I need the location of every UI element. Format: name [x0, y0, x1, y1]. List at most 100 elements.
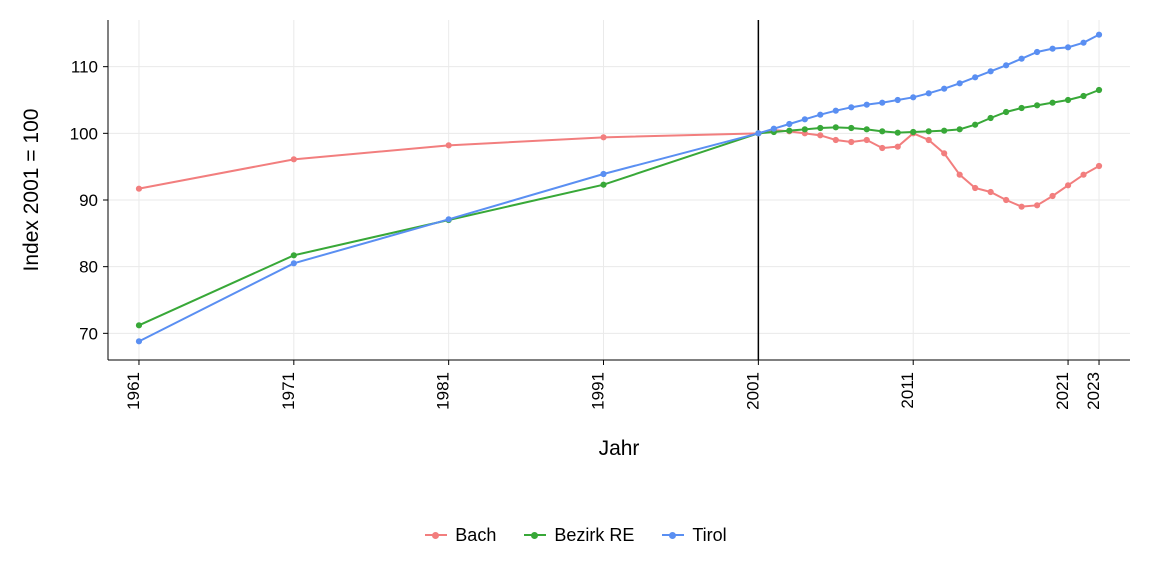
series-point — [1019, 204, 1024, 209]
series-point — [849, 125, 854, 130]
tick-label-x-group: 2001 — [743, 372, 762, 410]
series-point — [1081, 172, 1086, 177]
tick-label-x-group: 1971 — [279, 372, 298, 410]
legend: Bach Bezirk RE Tirol — [0, 520, 1152, 546]
tick-label-x-group: 2023 — [1084, 372, 1103, 410]
series-point — [833, 125, 838, 130]
series-point — [291, 261, 296, 266]
series-point — [1050, 193, 1055, 198]
series-point — [957, 127, 962, 132]
series-point — [818, 112, 823, 117]
series-point — [926, 129, 931, 134]
legend-label: Tirol — [692, 525, 726, 546]
tick-label-x: 2011 — [898, 372, 917, 409]
series-point — [1004, 63, 1009, 68]
series-point — [973, 122, 978, 127]
series-point — [802, 117, 807, 122]
tick-label-x: 1971 — [279, 372, 298, 410]
tick-label-x-group: 1961 — [124, 372, 143, 410]
chart-container: 7080901001101961197119811991200120112021… — [0, 0, 1152, 576]
series-point — [1019, 105, 1024, 110]
series-point — [895, 97, 900, 102]
tick-label-y: 100 — [70, 124, 98, 143]
series-point — [1050, 46, 1055, 51]
tick-label-x: 1991 — [589, 372, 608, 410]
series-point — [818, 133, 823, 138]
series-point — [136, 323, 141, 328]
series-point — [957, 81, 962, 86]
series-point — [849, 105, 854, 110]
legend-label: Bezirk RE — [554, 525, 634, 546]
series-point — [291, 157, 296, 162]
tick-label-x-group: 1981 — [434, 372, 453, 410]
series-point — [1065, 97, 1070, 102]
series-point — [1096, 32, 1101, 37]
series-point — [942, 151, 947, 156]
series-point — [926, 91, 931, 96]
series-point — [911, 129, 916, 134]
series-point — [601, 171, 606, 176]
legend-item-bezirk-re: Bezirk RE — [524, 525, 634, 546]
series-point — [849, 139, 854, 144]
legend-swatch — [425, 532, 447, 539]
tick-label-x-group: 2021 — [1053, 372, 1072, 410]
chart-svg: 7080901001101961197119811991200120112021… — [0, 0, 1152, 576]
series-point — [880, 129, 885, 134]
series-point — [1034, 203, 1039, 208]
axis-title-x: Jahr — [599, 437, 640, 460]
series-point — [136, 339, 141, 344]
series-point — [895, 144, 900, 149]
series-point — [895, 130, 900, 135]
series-point — [911, 95, 916, 100]
legend-item-bach: Bach — [425, 525, 496, 546]
series-point — [833, 108, 838, 113]
series-point — [1050, 100, 1055, 105]
series-point — [1096, 163, 1101, 168]
series-point — [291, 253, 296, 258]
tick-label-x-group: 2011 — [898, 372, 917, 409]
series-point — [957, 172, 962, 177]
series-point — [973, 75, 978, 80]
series-point — [601, 182, 606, 187]
series-point — [942, 128, 947, 133]
series-point — [1065, 183, 1070, 188]
series-point — [136, 186, 141, 191]
series-point — [988, 189, 993, 194]
tick-label-x-group: 1991 — [589, 372, 608, 410]
series-point — [802, 127, 807, 132]
tick-label-y: 80 — [79, 258, 98, 277]
series-point — [1065, 45, 1070, 50]
series-point — [973, 185, 978, 190]
series-point — [833, 137, 838, 142]
tick-label-x: 1981 — [434, 372, 453, 410]
series-point — [601, 135, 606, 140]
legend-dot-icon — [432, 532, 439, 539]
series-point — [818, 125, 823, 130]
tick-label-y: 70 — [79, 324, 98, 343]
series-point — [446, 143, 451, 148]
legend-dot-icon — [531, 532, 538, 539]
series-point — [787, 121, 792, 126]
tick-label-x: 2021 — [1053, 372, 1072, 410]
tick-label-x: 2023 — [1084, 372, 1103, 410]
legend-swatch — [524, 532, 546, 539]
tick-label-y: 90 — [79, 191, 98, 210]
legend-swatch — [662, 532, 684, 539]
series-point — [942, 86, 947, 91]
legend-item-tirol: Tirol — [662, 525, 726, 546]
axis-title-y: Index 2001 = 100 — [20, 109, 43, 272]
series-point — [1081, 40, 1086, 45]
series-point — [787, 128, 792, 133]
series-point — [1034, 49, 1039, 54]
series-point — [756, 131, 761, 136]
series-point — [1004, 197, 1009, 202]
series-point — [988, 69, 993, 74]
legend-label: Bach — [455, 525, 496, 546]
series-point — [771, 126, 776, 131]
tick-label-x: 2001 — [743, 372, 762, 410]
series-point — [1081, 93, 1086, 98]
series-point — [864, 137, 869, 142]
legend-dot-icon — [669, 532, 676, 539]
series-point — [864, 127, 869, 132]
series-point — [880, 100, 885, 105]
